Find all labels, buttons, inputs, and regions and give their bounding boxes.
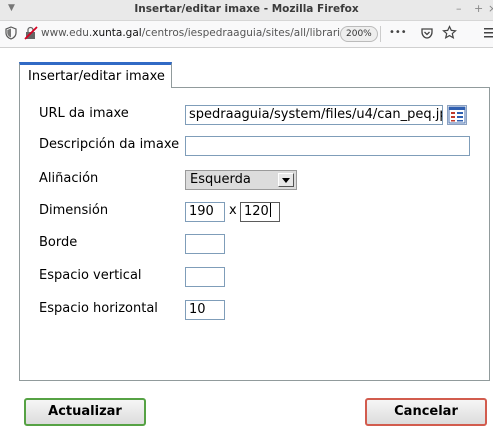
alignment-select[interactable]: Esquerda (185, 170, 297, 190)
update-button[interactable]: Actualizar (24, 398, 146, 426)
border-input[interactable] (185, 234, 225, 254)
minimize-button[interactable]: – (456, 2, 462, 15)
description-label: Descripción da imaxe (39, 137, 180, 152)
cancel-button[interactable]: Cancelar (365, 398, 487, 426)
dimension-separator: x (229, 203, 237, 218)
url-label: URL da imaxe (39, 106, 129, 121)
url-path: /centros/iespedraaguia/sites/all/librari… (141, 27, 341, 39)
dimension-label: Dimensión (39, 203, 109, 218)
tab-insert-edit-image[interactable]: Insertar/editar imaxe (19, 62, 172, 88)
hspace-input[interactable]: 10 (185, 300, 225, 320)
height-input[interactable]: 120 (240, 202, 280, 222)
tab-label: Insertar/editar imaxe (28, 69, 165, 84)
url-prefix: www.edu. (41, 27, 93, 39)
pocket-icon[interactable] (420, 26, 434, 40)
description-input[interactable] (185, 136, 470, 156)
width-input[interactable]: 190 (185, 202, 225, 222)
alignment-label: Aliñación (39, 171, 99, 186)
page-actions-button[interactable]: ••• (389, 27, 407, 38)
height-value: 120 (244, 204, 269, 219)
window-titlebar: ▼ Insertar/editar imaxe - Mozilla Firefo… (0, 0, 493, 21)
url-domain: xunta.gal (92, 27, 142, 39)
browse-button[interactable] (447, 105, 467, 125)
window-title: Insertar/editar imaxe - Mozilla Firefox (134, 3, 359, 15)
url-input[interactable]: spedraaguia/system/files/u4/can_peq.jpg (185, 105, 443, 125)
hamburger-menu-icon[interactable] (484, 27, 493, 39)
text-caret (269, 203, 271, 217)
vspace-input[interactable] (185, 267, 225, 287)
maximize-button[interactable]: + (474, 2, 483, 15)
close-button[interactable]: × (488, 2, 493, 15)
url-bar: www.edu.xunta.gal/centros/iespedraaguia/… (0, 21, 493, 48)
urlbar-separator (380, 26, 381, 42)
browse-image-icon (448, 106, 466, 124)
alignment-value: Esquerda (190, 172, 251, 187)
border-label: Borde (39, 235, 78, 250)
lock-warning-icon[interactable] (24, 26, 38, 40)
shield-icon[interactable] (4, 26, 18, 40)
zoom-level-badge[interactable]: 200% (340, 26, 378, 42)
hspace-label: Espacio horizontal (39, 301, 158, 316)
bookmark-star-icon[interactable] (442, 25, 457, 40)
vspace-label: Espacio vertical (39, 268, 142, 283)
url-text[interactable]: www.edu.xunta.gal/centros/iespedraaguia/… (41, 27, 341, 39)
image-dialog: Insertar/editar imaxe URL da imaxe spedr… (0, 48, 493, 428)
chevron-down-icon[interactable] (278, 173, 294, 187)
dialog-panel: URL da imaxe spedraaguia/system/files/u4… (19, 87, 490, 381)
